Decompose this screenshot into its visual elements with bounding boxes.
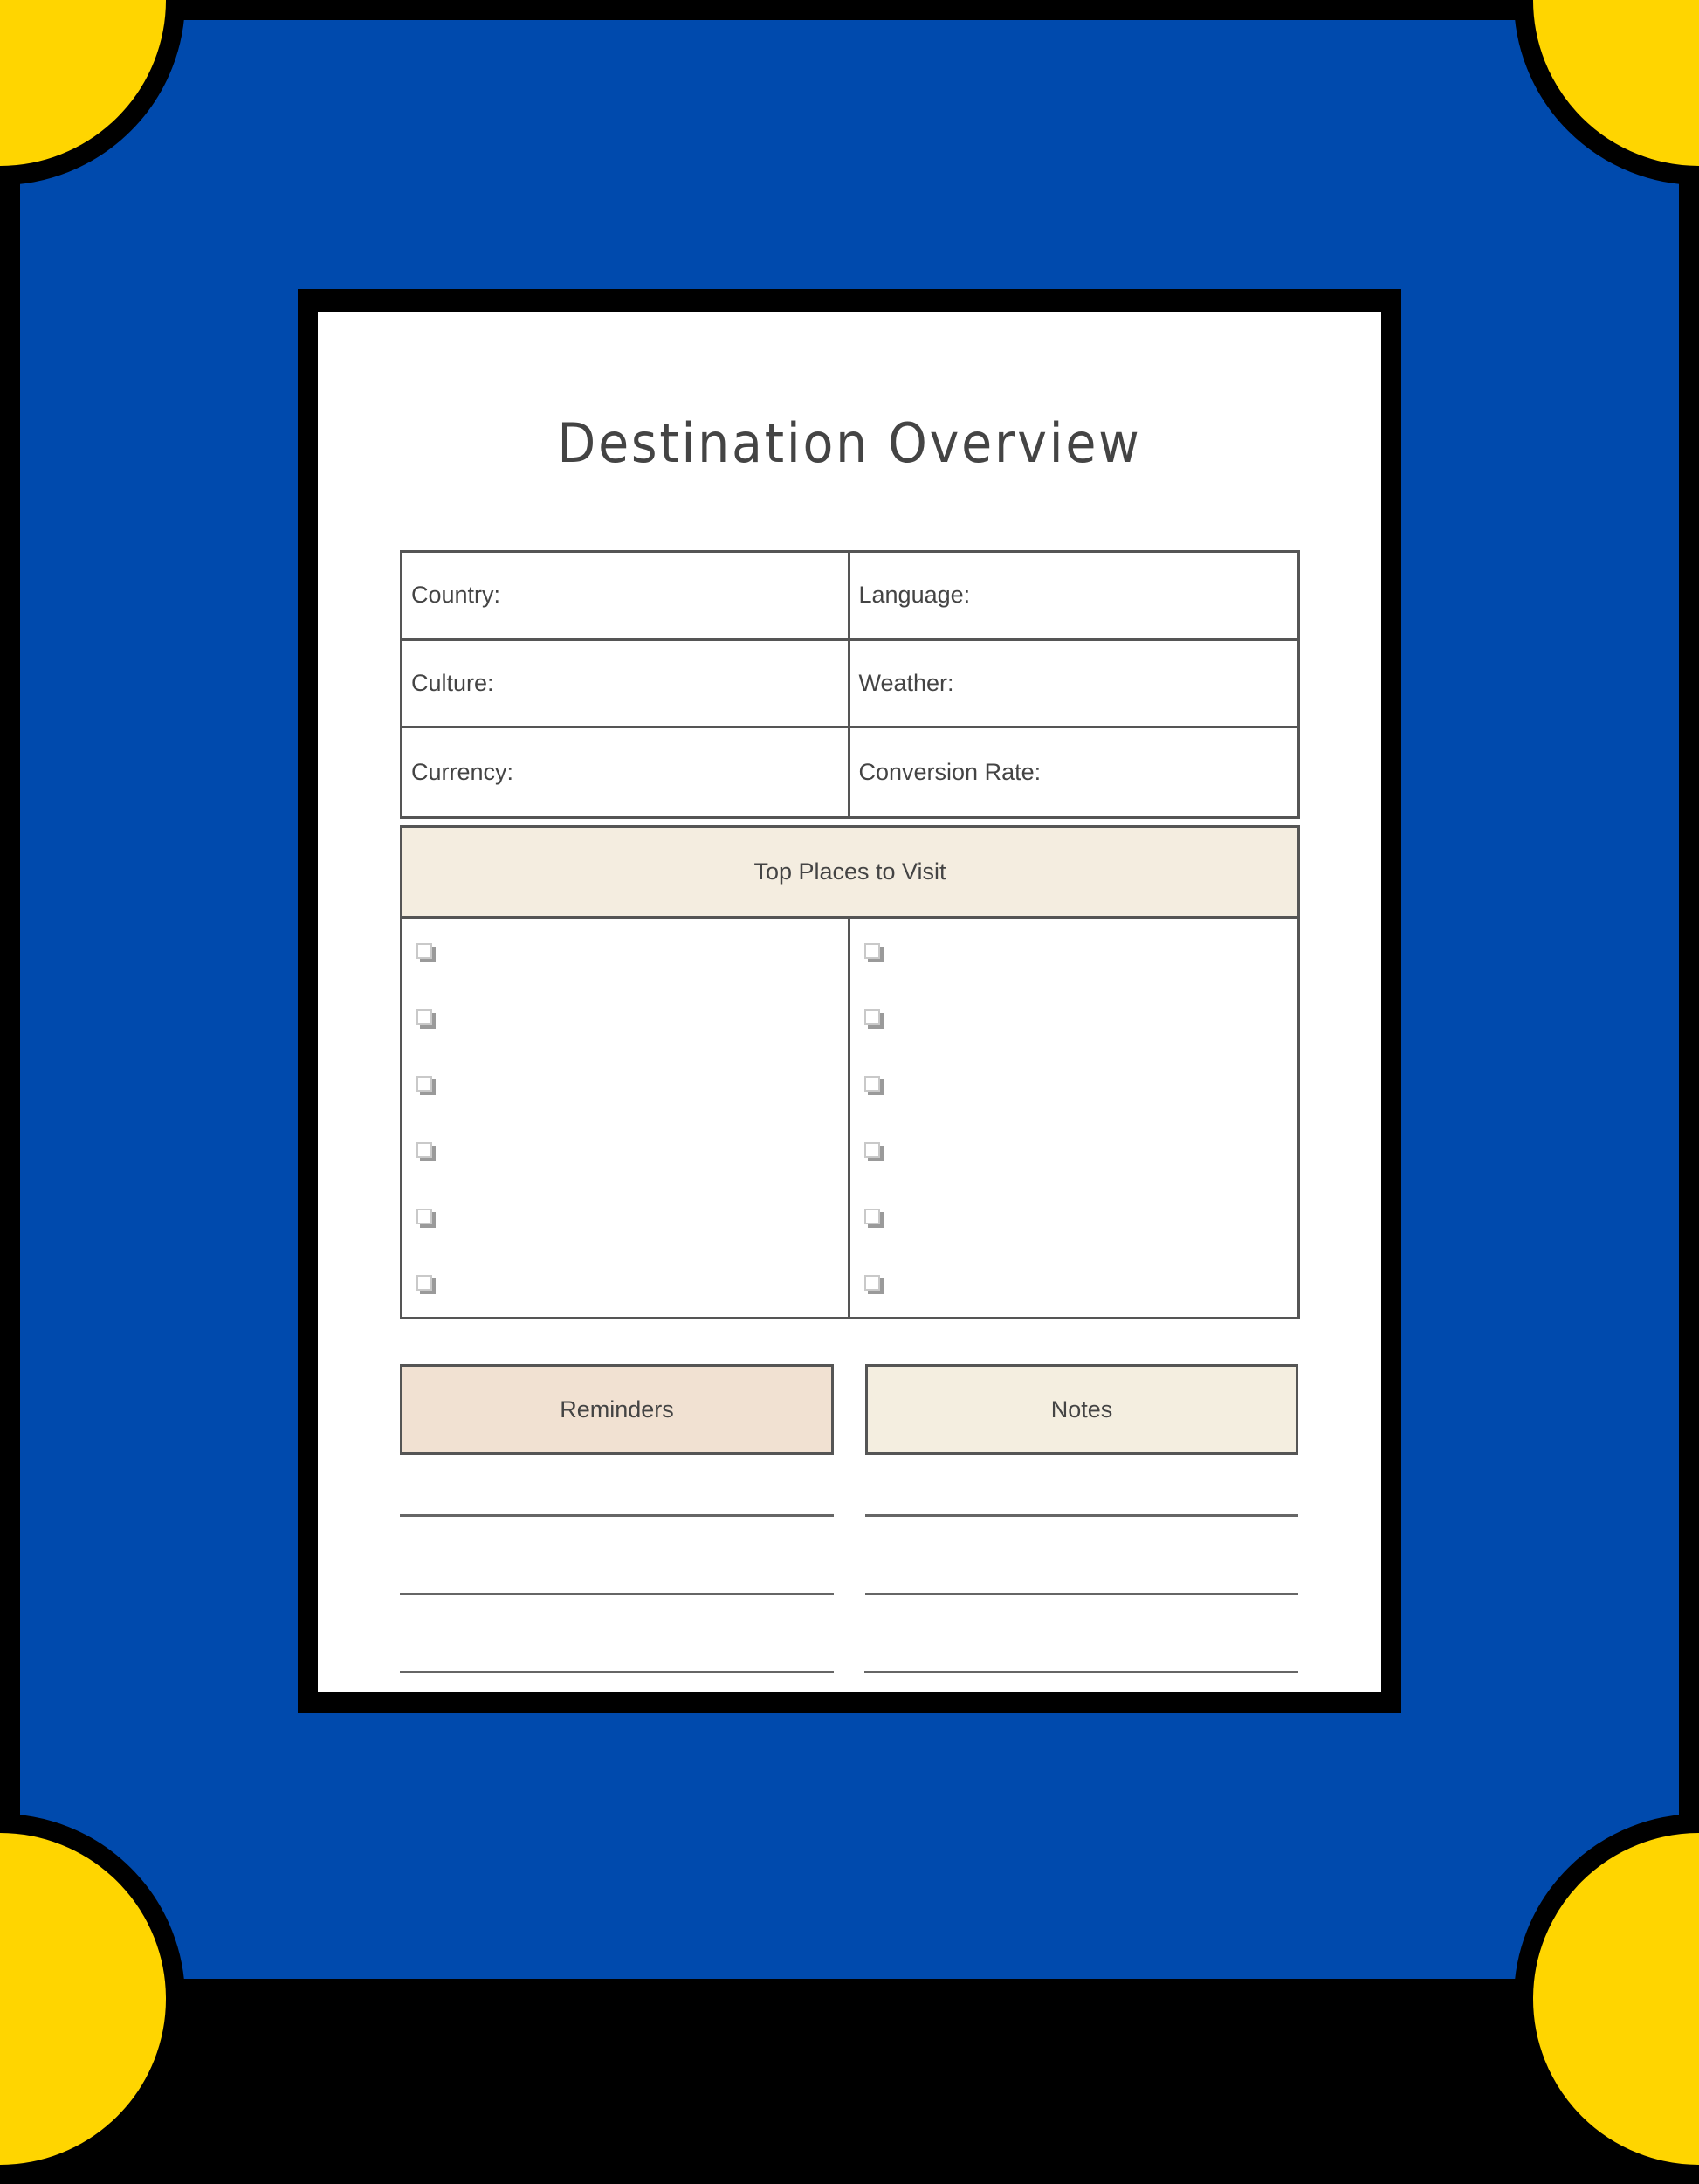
planner-page: Destination Overview Country: Language: … (318, 312, 1381, 1692)
place-checkbox-left-5[interactable] (416, 1209, 432, 1224)
currency-field[interactable]: Currency: (402, 728, 850, 816)
page-title: Destination Overview (557, 411, 1142, 475)
reminders-heading: Reminders (400, 1364, 834, 1455)
notes-heading: Notes (865, 1364, 1298, 1455)
weather-field[interactable]: Weather: (850, 641, 1297, 729)
language-field[interactable]: Language: (850, 553, 1297, 641)
currency-label: Currency: (411, 759, 514, 786)
place-checkbox-right-5[interactable] (863, 1209, 880, 1224)
place-checkbox-left-4[interactable] (416, 1142, 432, 1158)
place-checkbox-left-1[interactable] (416, 943, 432, 959)
reminders-line[interactable] (400, 1514, 834, 1517)
reminders-line[interactable] (400, 1593, 834, 1595)
culture-field[interactable]: Culture: (402, 640, 850, 729)
conversion-rate-field[interactable]: Conversion Rate: (850, 728, 1298, 816)
place-checkbox-left-2[interactable] (416, 1009, 432, 1025)
top-places-checklist (402, 919, 1297, 1317)
place-checkbox-left-6[interactable] (416, 1275, 432, 1291)
place-checkbox-right-3[interactable] (863, 1076, 880, 1092)
places-column-right (850, 919, 1298, 1317)
place-checkbox-left-3[interactable] (416, 1076, 432, 1092)
reminders-line[interactable] (400, 1671, 834, 1673)
notes-line[interactable] (865, 1514, 1298, 1517)
top-places-heading: Top Places to Visit (402, 828, 1297, 919)
place-checkbox-right-6[interactable] (863, 1275, 880, 1291)
places-column-left (402, 919, 850, 1317)
notes-line[interactable] (865, 1593, 1298, 1595)
place-checkbox-right-1[interactable] (863, 943, 880, 959)
top-places-section: Top Places to Visit (400, 825, 1300, 1319)
destination-info-table: Country: Language: Culture: Weather: Cur… (400, 550, 1300, 819)
country-label: Country: (411, 582, 501, 609)
conversion-rate-label: Conversion Rate: (858, 759, 1042, 786)
place-checkbox-right-4[interactable] (863, 1142, 880, 1158)
place-checkbox-right-2[interactable] (863, 1009, 880, 1025)
notes-line[interactable] (864, 1671, 1298, 1673)
weather-label: Weather: (858, 669, 954, 696)
country-field[interactable]: Country: (402, 553, 850, 641)
language-label: Language: (858, 582, 971, 609)
culture-label: Culture: (411, 669, 494, 696)
